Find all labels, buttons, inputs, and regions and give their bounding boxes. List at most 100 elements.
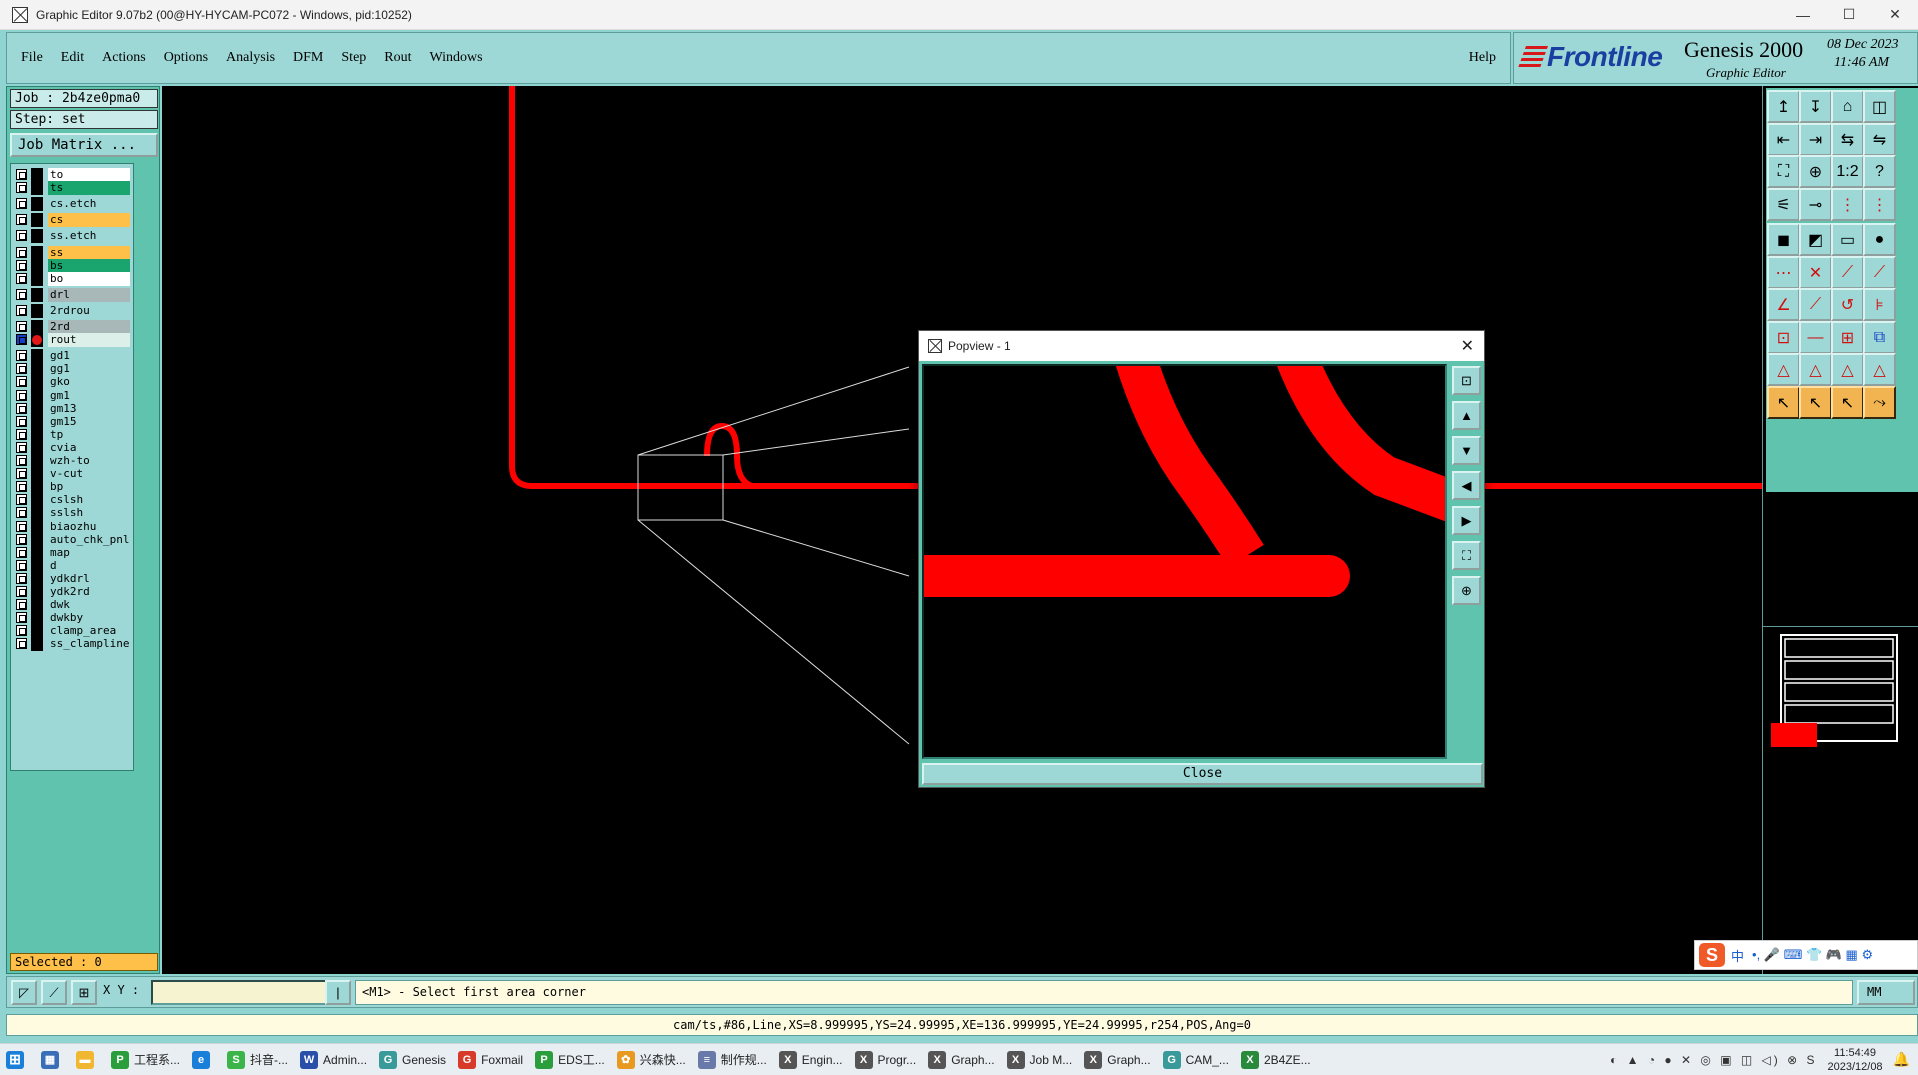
layer-row-ydk2rd[interactable]: ydk2rd [11,585,135,599]
layer-row-rout[interactable]: rout [11,333,135,348]
layer-checkbox[interactable] [16,468,27,480]
tray-icons[interactable]: ◐ ▲ ◔ ● ✕ ◎ ▣ ◫ ◁) ⊗ S [1610,1053,1817,1067]
layer-row-cslsh[interactable]: cslsh [11,493,135,508]
taskbar-app[interactable]: X Graph... [1078,1046,1156,1074]
layer-checkbox[interactable] [16,169,27,180]
layer-row-gm15[interactable]: gm15 [11,414,135,429]
overview-map[interactable] [1763,626,1918,886]
menu-analysis[interactable]: Analysis [226,50,275,66]
line-icon[interactable]: ⟋ [1831,256,1864,289]
layer-checkbox[interactable] [16,546,27,558]
copy-icon[interactable]: ⧉ [1863,321,1896,354]
layer-checkbox[interactable] [16,520,27,532]
cmd-info-icon[interactable]: | [325,980,351,1005]
save-job-icon[interactable]: ↧ [1799,90,1832,123]
popview-close-button[interactable]: Close [922,763,1483,785]
layer-row-wzh-to[interactable]: wzh-to [11,454,135,468]
taskbar-app[interactable]: ✿ 兴森快... [611,1046,692,1074]
help-icon[interactable]: ? [1863,155,1896,188]
cmd-snap-tool-icon[interactable]: ⊞ [71,980,97,1005]
layer-row-ss[interactable]: ss [11,245,135,260]
cross-icon[interactable]: ✕ [1799,256,1832,289]
layer-checkbox[interactable] [16,214,27,226]
menu-step[interactable]: Step [341,50,366,66]
layer-checkbox[interactable] [16,415,27,427]
rotate-icon[interactable]: ↺ [1831,288,1864,321]
menu-help[interactable]: Help [1469,50,1496,66]
swap-icon[interactable]: ⇆ [1831,123,1864,156]
layer-checkbox[interactable] [16,272,27,284]
layer-row-gm13[interactable]: gm13 [11,401,135,416]
net-icon[interactable]: ⋯ [1767,256,1800,289]
layer-row-cs.etch[interactable]: cs.etch [11,197,135,212]
layer-row-to[interactable]: to [11,168,135,182]
layer-row-ydkdrl[interactable]: ydkdrl [11,571,135,586]
start-button[interactable]: ⊞ [0,1046,35,1074]
ime-toolbar[interactable]: S 中 •, 🎤 ⌨ 👕 🎮 ▦ ⚙ [1694,940,1918,970]
taskbar-app[interactable]: G Foxmail [452,1046,529,1074]
area-icon[interactable]: ⊡ [1767,321,1800,354]
taskbar-app[interactable]: G CAM_... [1157,1046,1235,1074]
pop-pan-left-icon[interactable]: ◀ [1452,471,1481,500]
pin-icon[interactable]: ⋮ [1831,188,1864,221]
taskbar-app[interactable]: e [186,1046,221,1074]
layer-checkbox[interactable] [16,304,27,316]
taskbar-app[interactable]: S 抖音-... [221,1046,294,1074]
layer-checkbox[interactable] [16,182,27,194]
line-alt-icon[interactable]: ⟋ [1863,256,1896,289]
units-selector[interactable]: MM [1857,980,1915,1005]
layer-row-ts[interactable]: ts [11,181,135,196]
layer-checkbox[interactable] [16,334,27,346]
path-icon[interactable]: ⤳ [1863,386,1896,419]
hline-icon[interactable]: — [1799,321,1832,354]
triangle-b-icon[interactable]: △ [1831,353,1864,386]
layer-checkbox[interactable] [16,441,27,453]
layer-row-clamp_area[interactable]: clamp_area [11,624,135,639]
layer-row-sslsh[interactable]: sslsh [11,506,135,521]
taskbar-clock[interactable]: 11:54:49 2023/12/08 [1828,1046,1883,1074]
taskbar-app[interactable]: X 2B4ZE... [1235,1046,1317,1074]
taskbar-app[interactable]: P 工程系... [105,1046,186,1074]
fill-icon[interactable]: ◼ [1767,223,1800,256]
pop-pan-right-icon[interactable]: ▶ [1452,506,1481,535]
layer-checkbox[interactable] [16,428,27,440]
home-icon[interactable]: ⌂ [1831,90,1864,123]
zoom-center-icon[interactable]: ⊕ [1799,155,1832,188]
connect-icon[interactable]: ⊸ [1799,188,1832,221]
layer-checkbox[interactable] [16,586,27,597]
layer-row-v-cut[interactable]: v-cut [11,467,135,482]
layer-checkbox[interactable] [16,494,27,506]
popview-canvas[interactable] [922,364,1447,759]
layer-row-gg1[interactable]: gg1 [11,362,135,377]
layer-row-biaozhu[interactable]: biaozhu [11,519,135,534]
taskbar-app[interactable]: X Progr... [849,1046,923,1074]
scale-icon[interactable]: 1:2 [1831,155,1864,188]
triangle-icon[interactable]: △ [1767,353,1800,386]
layout-icon[interactable]: ◫ [1863,90,1896,123]
layer-checkbox[interactable] [16,259,27,271]
layer-row-bp[interactable]: bp [11,480,135,495]
taskbar-calculator[interactable]: ▦ [35,1046,70,1074]
layer-row-auto_chk_pnl[interactable]: auto_chk_pnl [11,532,135,547]
menu-dfm[interactable]: DFM [293,50,323,66]
pop-zoom-tool-icon[interactable]: ⊡ [1452,366,1481,395]
triangle-a-icon[interactable]: △ [1799,353,1832,386]
taskbar-app[interactable]: ≡ 制作规... [692,1046,773,1074]
layer-row-map[interactable]: map [11,545,135,560]
layer-checkbox[interactable] [16,198,27,210]
pan-left-icon[interactable]: ⇤ [1767,123,1800,156]
layer-checkbox[interactable] [16,559,27,571]
layer-row-bo[interactable]: bo [11,271,135,286]
layer-row-gko[interactable]: gko [11,375,135,390]
pan-right-icon[interactable]: ⇥ [1799,123,1832,156]
layer-checkbox[interactable] [16,533,27,545]
taskbar-app[interactable]: W Admin... [294,1046,373,1074]
layer-row-bs[interactable]: bs [11,258,135,273]
layer-checkbox[interactable] [16,625,27,637]
layer-row-tp[interactable]: tp [11,427,135,442]
layer-checkbox[interactable] [16,481,27,493]
layer-row-d[interactable]: d [11,558,135,573]
layer-row-2rd[interactable]: 2rd [11,320,135,334]
taskbar-app[interactable]: G Genesis [373,1046,452,1074]
layer-row-gm1[interactable]: gm1 [11,388,135,403]
